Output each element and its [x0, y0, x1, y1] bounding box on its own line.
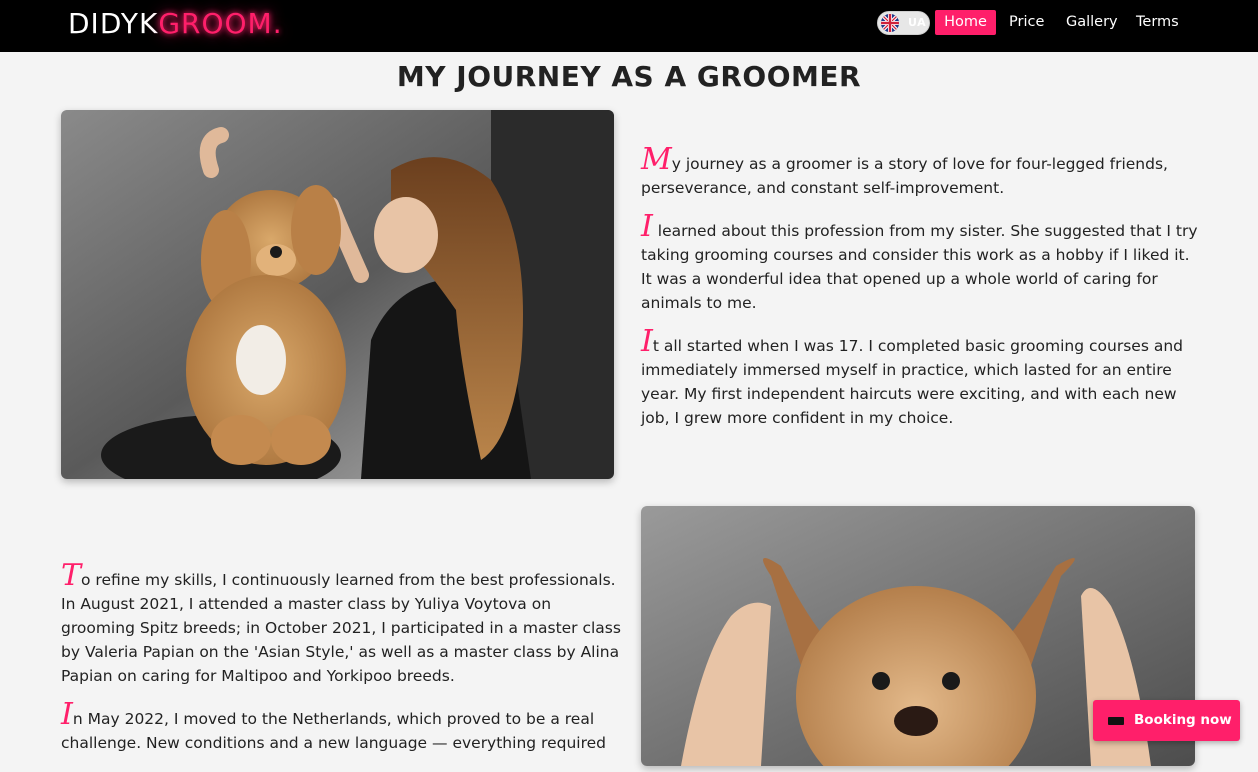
paragraph: I learned about this profession from my …	[641, 212, 1201, 315]
booking-label: Booking now	[1134, 712, 1232, 728]
journey-intro-text: My journey as a groomer is a story of lo…	[641, 145, 1201, 447]
drop-cap: I	[641, 324, 653, 359]
groomer-with-poodle-photo	[61, 110, 614, 479]
paragraph: It all started when I was 17. I complete…	[641, 327, 1201, 430]
drop-cap: I	[641, 209, 653, 244]
paragraph-text: t all started when I was 17. I completed…	[641, 337, 1183, 427]
paragraph-text: y journey as a groomer is a story of lov…	[641, 155, 1168, 197]
nav-terms[interactable]: Terms	[1136, 10, 1179, 35]
paragraph-text: n May 2022, I moved to the Netherlands, …	[61, 710, 606, 752]
paragraph: My journey as a groomer is a story of lo…	[641, 145, 1201, 200]
page-title: MY JOURNEY AS A GROOMER	[396, 60, 862, 93]
paragraph: In May 2022, I moved to the Netherlands,…	[61, 700, 621, 755]
language-code: UA	[908, 16, 927, 29]
logo-text-primary: DIDYK	[68, 7, 159, 40]
drop-cap: T	[61, 558, 82, 593]
drop-cap: M	[641, 142, 672, 177]
paragraph-text: o refine my skills, I continuously learn…	[61, 571, 621, 685]
nav-gallery[interactable]: Gallery	[1066, 10, 1118, 35]
uk-flag-icon	[881, 14, 899, 32]
logo-text-accent: GROOM.	[158, 7, 283, 40]
journey-training-text: To refine my skills, I continuously lear…	[61, 561, 621, 772]
nav-price[interactable]: Price	[1009, 10, 1044, 35]
booking-now-button[interactable]: Booking now	[1093, 700, 1240, 741]
site-logo[interactable]: DIDYKGROOM.	[68, 6, 283, 42]
drop-cap: I	[61, 697, 73, 732]
nav-home[interactable]: Home	[935, 10, 996, 35]
top-navbar: DIDYKGROOM. UA Home Price Gallery Terms	[0, 0, 1258, 52]
calendar-icon	[1108, 717, 1124, 725]
paragraph-text: learned about this profession from my si…	[641, 222, 1198, 312]
language-toggle[interactable]: UA	[877, 11, 930, 35]
paragraph: To refine my skills, I continuously lear…	[61, 561, 621, 688]
